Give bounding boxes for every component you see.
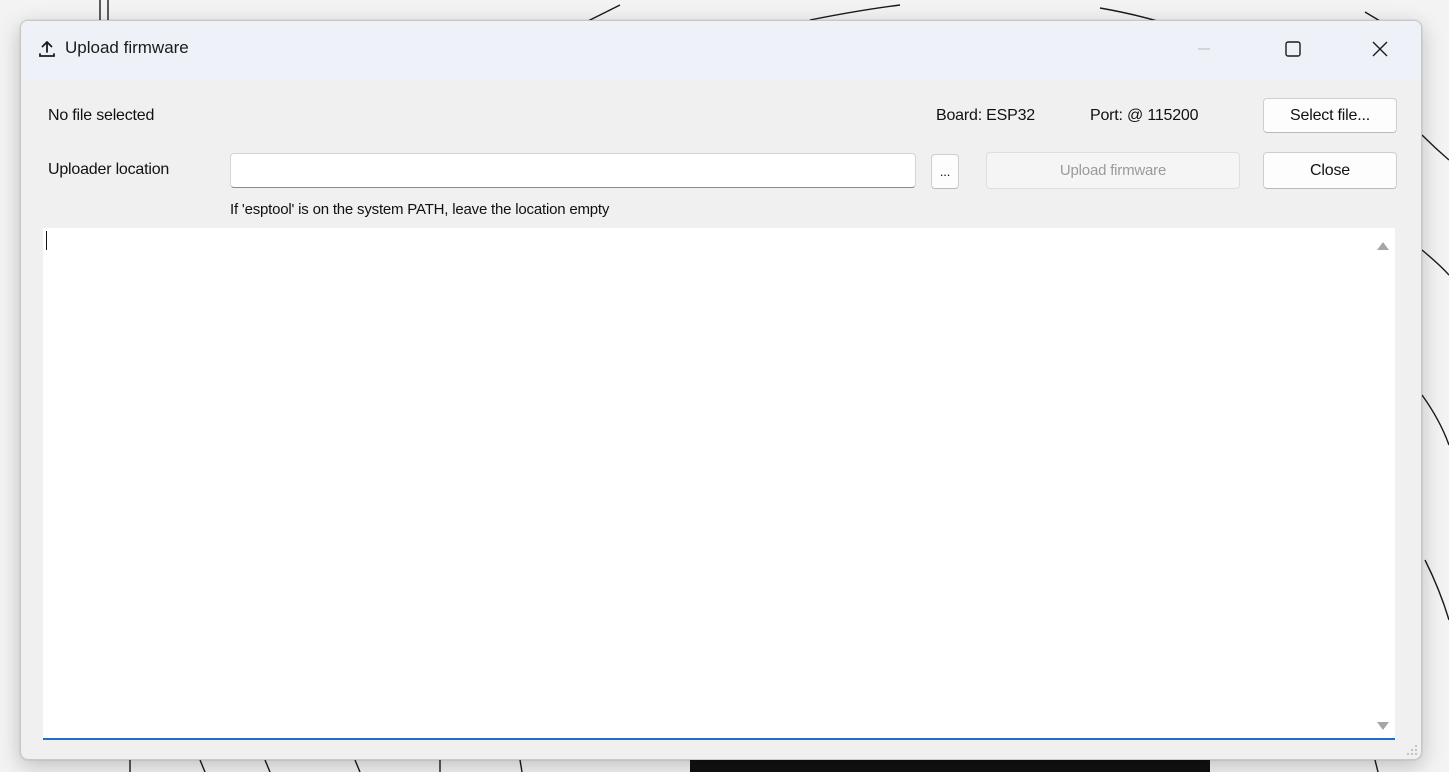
window-title: Upload firmware	[65, 38, 189, 57]
log-scrollbar[interactable]	[1367, 228, 1395, 738]
text-caret	[46, 231, 47, 250]
select-file-button[interactable]: Select file...	[1263, 98, 1397, 133]
file-status-label: No file selected	[48, 107, 155, 124]
title-bar[interactable]: Upload firmware	[21, 21, 1421, 79]
maximize-icon	[1285, 41, 1301, 57]
maximize-button[interactable]	[1270, 21, 1316, 77]
close-window-button[interactable]	[1357, 21, 1403, 77]
resize-grip-icon[interactable]	[1406, 744, 1418, 756]
minimize-icon	[1198, 48, 1210, 50]
upload-icon	[39, 41, 55, 57]
uploader-location-input[interactable]	[230, 153, 916, 188]
upload-firmware-dialog: Upload firmware No file selected Board: …	[20, 20, 1422, 760]
upload-firmware-button[interactable]: Upload firmware	[986, 152, 1240, 189]
board-label: Board: ESP32	[936, 107, 1035, 124]
scroll-down-arrow-icon[interactable]	[1377, 722, 1389, 730]
uploader-hint: If 'esptool' is on the system PATH, leav…	[230, 201, 610, 218]
minimize-button[interactable]	[1181, 21, 1227, 77]
log-output[interactable]	[43, 228, 1395, 740]
scroll-up-arrow-icon[interactable]	[1377, 242, 1389, 250]
browse-button[interactable]: ...	[931, 154, 959, 189]
uploader-location-label: Uploader location	[48, 161, 170, 178]
close-button[interactable]: Close	[1263, 152, 1397, 189]
port-label: Port: @ 115200	[1090, 107, 1199, 124]
close-icon	[1372, 41, 1388, 57]
